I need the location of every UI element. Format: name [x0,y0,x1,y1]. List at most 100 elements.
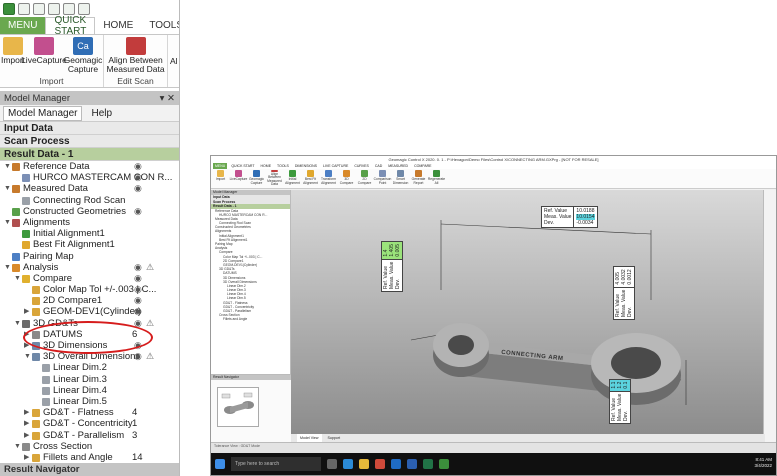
taskbar-search-box[interactable]: Type here to search [231,457,321,471]
tree-item[interactable]: ▼ 3D GD&Ts ◉ ⚠ [0,318,179,329]
save-icon[interactable] [48,3,60,15]
word-icon[interactable] [407,459,417,469]
tree-item[interactable]: ▶ Fillets and Angle 14 [0,452,179,463]
chrome-icon[interactable] [375,459,385,469]
mini-ribbon-button[interactable]: Transform Alignment [321,170,336,187]
mini-ribbon-button[interactable]: Regenerate All [428,170,445,187]
visibility-eye-icon[interactable]: ◉ [134,284,142,295]
geomagic-capture-button[interactable]: Ca Geomagic Capture [64,37,102,76]
livecapture-button[interactable]: LiveCapture [21,37,67,76]
section-input-data[interactable]: Input Data [0,122,179,135]
tree-item[interactable]: Best Fit Alignment1 [0,239,179,250]
visibility-eye-icon[interactable]: ◉ [134,183,142,194]
mini-ribbon-button[interactable]: Smart Dimension [393,170,408,187]
collapse-arrow-icon[interactable]: ▶ [24,430,30,441]
tree-item[interactable]: ▼ 3D Overall Dimensions ◉ ⚠ [0,351,179,362]
visibility-eye-icon[interactable]: ◉ [134,318,142,329]
expand-arrow-icon[interactable]: ▼ [14,273,21,284]
visibility-eye-icon[interactable]: ◉ [134,306,142,317]
collapse-arrow-icon[interactable]: ▶ [24,329,30,340]
tab-model-view[interactable]: Model View [297,434,322,442]
mini-tab[interactable]: COMPARE [412,163,433,169]
expand-arrow-icon[interactable]: ▼ [4,183,11,194]
mini-tree-item[interactable]: Fillets and Angle [211,317,290,321]
mini-tab[interactable]: HOME [259,163,274,169]
visibility-eye-icon[interactable]: ◉ [134,273,142,284]
mini-ribbon-button[interactable]: Geomagic Capture [249,170,264,187]
3d-viewport[interactable]: CONNECTING ARM Ref. Value Meas. Value De… [291,190,765,434]
mini-tab[interactable]: CAD [373,163,384,169]
visibility-eye-icon[interactable]: ◉ [134,295,142,306]
collapse-arrow-icon[interactable]: ▶ [24,418,30,429]
tree-item[interactable]: ▶ GEOM-DEV1(Cylinder) ◉ [0,306,179,317]
dimension-callout-left[interactable]: Ref. Value Meas. Value Dev. 1.4 1.405 0.… [381,241,403,292]
mini-ribbon-button[interactable]: Initial Alignment [285,170,300,187]
tree-item[interactable]: ▼ Compare ◉ [0,273,179,284]
visibility-eye-icon[interactable]: ◉ [134,262,142,273]
expand-arrow-icon[interactable]: ▼ [24,351,31,362]
dimension-callout-right-bottom[interactable]: Ref. Value Meas. Value Dev. 1.1 1.2 0.1 [609,378,631,424]
tree-item[interactable]: ▼ Reference Data ◉ [0,161,179,172]
tab-help[interactable]: Help [86,106,117,121]
tree-item[interactable]: ▼ Analysis ◉ ⚠ [0,262,179,273]
visibility-eye-icon[interactable]: ◉ [134,161,142,172]
tree-item[interactable]: ▶ GD&T - Concentricity 1 [0,418,179,429]
tab-tools[interactable]: TOOLS [141,17,179,34]
visibility-eye-icon[interactable]: ◉ [134,206,142,217]
mini-ribbon-button[interactable]: 2D Compare [357,170,372,187]
mini-ribbon-button[interactable]: LiveCapture [230,170,247,187]
tree-item[interactable]: Initial Alignment1 [0,228,179,239]
dimension-callout-right-top[interactable]: Ref. Value Meas. Value Dev. 4.005 4.0032… [613,266,635,320]
explorer-icon[interactable] [359,459,369,469]
expand-arrow-icon[interactable]: ▼ [4,217,11,228]
mini-ribbon-button[interactable]: 3D Compare [339,170,354,187]
align-between-measured-data-button[interactable]: Align Between Measured Data [106,37,165,76]
tab-support[interactable]: Support [328,434,341,442]
section-result-data[interactable]: Result Data - 1 [0,148,179,161]
tree-item[interactable]: Constructed Geometries ◉ [0,206,179,217]
new-file-icon[interactable] [18,3,30,15]
mini-ribbon-button[interactable]: Import [213,170,228,187]
mini-tab[interactable]: LIVE CAPTURE [321,163,350,169]
expand-arrow-icon[interactable]: ▼ [14,318,21,329]
open-file-icon[interactable] [33,3,45,15]
section-scan-process[interactable]: Scan Process [0,135,179,148]
mini-tab[interactable]: QUICK START [229,163,256,169]
tab-menu[interactable]: MENU [0,17,46,34]
tree-item[interactable]: ▶ GD&T - Parallelism 3 [0,430,179,441]
tree-item[interactable]: Pairing Map [0,251,179,262]
tree-item[interactable]: ▼ Cross Section [0,441,179,452]
pin-close-icon[interactable]: ▾ ✕ [160,93,175,104]
mini-ribbon-button[interactable]: Generate Report [411,170,426,187]
tree-item[interactable]: ▼ Alignments [0,217,179,228]
collapse-arrow-icon[interactable]: ▶ [24,306,30,317]
tab-model-manager[interactable]: Model Manager [3,105,83,121]
tree-item[interactable]: ▶ GD&T - Flatness 4 [0,407,179,418]
dimension-callout-top[interactable]: Ref. Value Meas. Value Dev. 10.0188 10.0… [541,206,598,228]
tree-item[interactable]: Linear Dim.3 [0,374,179,385]
visibility-eye-icon[interactable]: ◉ [134,172,142,183]
redo-icon[interactable] [78,3,90,15]
edge-icon[interactable] [343,459,353,469]
tree-item[interactable]: Color Map Tol +/-.003 | C... ◉ [0,284,179,295]
visibility-eye-icon[interactable]: ◉ [134,340,142,351]
windows-start-icon[interactable] [215,459,225,469]
collapse-arrow-icon[interactable]: ▶ [24,340,30,351]
expand-arrow-icon[interactable]: ▼ [14,441,21,452]
mini-tab[interactable]: MEASURED [386,163,410,169]
collapse-arrow-icon[interactable]: ▶ [24,452,30,463]
mini-ribbon-button[interactable]: Best Fit Alignment [303,170,318,187]
tree-item[interactable]: 2D Compare1 ◉ [0,295,179,306]
clipped-ribbon-button[interactable]: Al [168,35,178,87]
collapse-arrow-icon[interactable]: ▶ [24,407,30,418]
expand-arrow-icon[interactable]: ▼ [4,161,11,172]
mini-tab[interactable]: CURVES [352,163,371,169]
taskbar-clock[interactable]: 8:41 AM 3/4/2022 [754,457,772,469]
tree-item[interactable]: ▶ 3D Dimensions ◉ [0,340,179,351]
tree-item[interactable]: ▶ DATUMS 6 [0,329,179,340]
undo-icon[interactable] [63,3,75,15]
outlook-icon[interactable] [391,459,401,469]
tree-item[interactable]: Linear Dim.5 [0,396,179,407]
mini-tab[interactable]: DIMENSIONS [293,163,319,169]
mini-tab[interactable]: MENU [213,163,228,169]
